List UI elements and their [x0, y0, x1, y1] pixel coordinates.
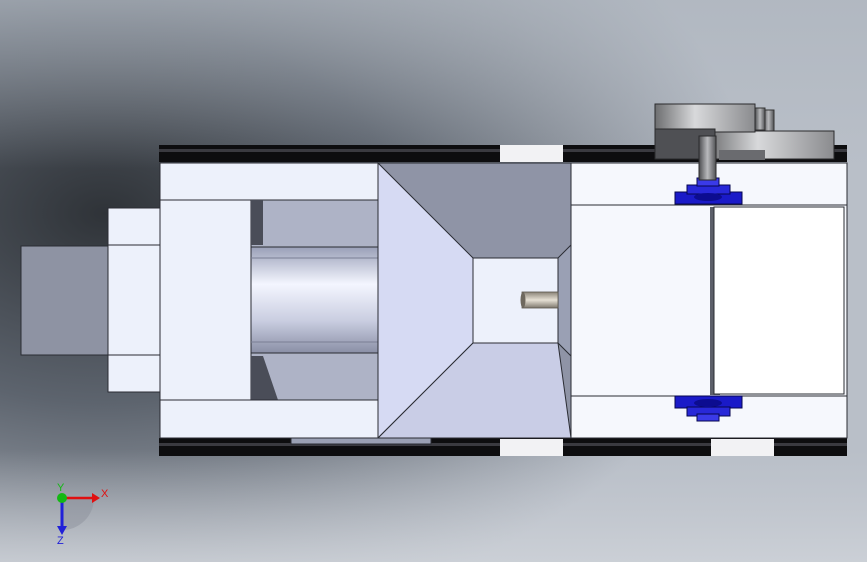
- triad-shadow-wedge: [62, 498, 94, 530]
- z-axis-label: Z: [57, 535, 64, 547]
- x-axis-label: X: [101, 488, 109, 500]
- graphics-viewport[interactable]: X Y Z: [0, 0, 867, 562]
- model-view[interactable]: [0, 0, 867, 562]
- x-arrow-head: [92, 493, 100, 503]
- main-housing[interactable]: [159, 162, 379, 439]
- y-axis-label: Y: [57, 482, 65, 494]
- funnel-hopper[interactable]: [376, 161, 572, 440]
- orientation-triad[interactable]: X Y Z: [44, 480, 114, 550]
- z-arrow-head: [57, 526, 67, 535]
- bottom-tab[interactable]: [290, 437, 432, 445]
- y-axis-dot: [57, 493, 67, 503]
